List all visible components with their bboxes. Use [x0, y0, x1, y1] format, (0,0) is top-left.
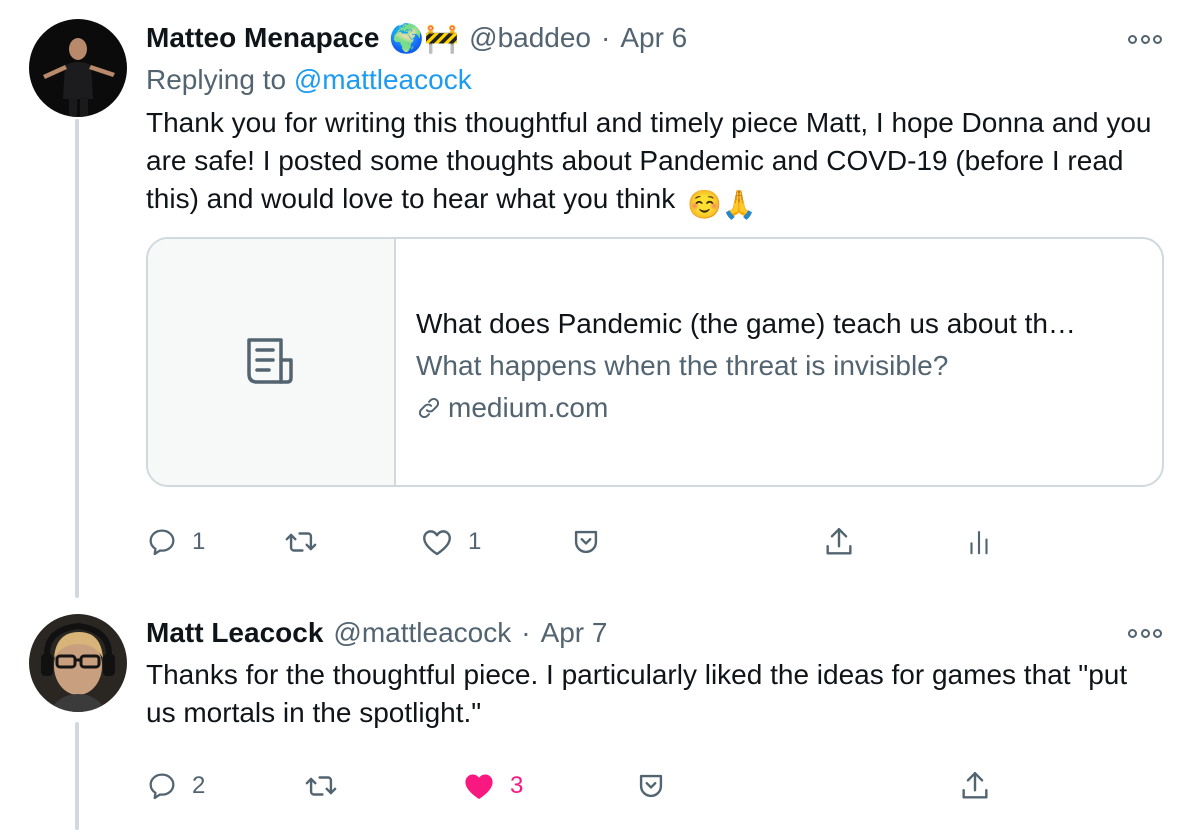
like-button[interactable]: 1	[420, 522, 481, 562]
thread-line	[75, 119, 79, 598]
more-icon[interactable]	[1128, 29, 1162, 49]
author-handle[interactable]: @mattleacock	[333, 617, 511, 649]
avatar[interactable]	[29, 19, 127, 117]
replying-handle[interactable]: @mattleacock	[294, 64, 472, 95]
tweet-text: Thank you for writing this thoughtful an…	[146, 104, 1156, 224]
tweet-date[interactable]: Apr 7	[541, 617, 608, 649]
like-icon	[423, 530, 451, 556]
separator-dot: ·	[521, 617, 531, 648]
reply-icon	[149, 773, 175, 800]
analytics-icon	[970, 530, 988, 555]
share-button[interactable]	[958, 766, 992, 806]
like-icon	[465, 774, 493, 799]
replying-to: Replying to @mattleacock	[146, 64, 472, 96]
retweet-button[interactable]	[304, 766, 352, 806]
retweet-button[interactable]	[284, 522, 332, 562]
retweet-icon	[305, 776, 337, 796]
tweet-header: Matteo Menapace 🌍🚧 @baddeo · Apr 6	[146, 18, 687, 58]
retweet-icon	[285, 532, 317, 552]
more-icon[interactable]	[1128, 623, 1162, 643]
share-button[interactable]	[822, 522, 856, 562]
tweet-text-content: Thanks for the thoughtful piece. I parti…	[146, 659, 1128, 728]
bookmark-icon	[574, 530, 598, 554]
share-icon	[826, 528, 852, 555]
reply-button[interactable]: 1	[146, 522, 205, 562]
like-count: 1	[468, 528, 482, 555]
reply-icon	[149, 529, 175, 556]
bookmark-button[interactable]	[634, 766, 668, 806]
thread-line	[75, 722, 79, 830]
tweet-matteo: Matteo Menapace 🌍🚧 @baddeo · Apr 6 Reply…	[0, 0, 1192, 598]
card-description: What happens when the threat is invisibl…	[416, 350, 949, 381]
card-domain: medium.com	[416, 387, 1076, 429]
like-count: 3	[510, 772, 524, 799]
author-name[interactable]: Matt Leacock	[146, 617, 323, 649]
name-emoji: 🌍🚧	[389, 22, 460, 54]
like-button[interactable]: 3	[462, 766, 523, 806]
tweet-header: Matt Leacock @mattleacock · Apr 7	[146, 613, 608, 653]
card-title: What does Pandemic (the game) teach us a…	[416, 308, 1076, 339]
link-card[interactable]: What does Pandemic (the game) teach us a…	[146, 237, 1164, 487]
card-domain-text: medium.com	[448, 392, 609, 423]
tweet-date[interactable]: Apr 6	[620, 22, 687, 54]
analytics-button[interactable]	[964, 522, 994, 562]
action-bar: 1 1	[146, 522, 1146, 562]
bookmark-button[interactable]	[569, 522, 603, 562]
tweet-text: Thanks for the thoughtful piece. I parti…	[146, 656, 1146, 732]
reply-button[interactable]: 2	[146, 766, 205, 806]
reply-count: 2	[192, 772, 206, 799]
avatar[interactable]	[29, 614, 127, 712]
card-thumbnail	[148, 239, 396, 485]
author-handle[interactable]: @baddeo	[469, 22, 591, 54]
share-icon	[962, 772, 988, 799]
author-name[interactable]: Matteo Menapace	[146, 22, 379, 54]
link-icon	[418, 397, 440, 419]
reply-count: 1	[192, 528, 206, 555]
action-bar: 2 3	[146, 766, 1146, 806]
tweet-text-content: Thank you for writing this thoughtful an…	[146, 107, 1152, 214]
tweet-matt: Matt Leacock @mattleacock · Apr 7 Thanks…	[0, 598, 1192, 830]
separator-dot: ·	[601, 22, 611, 53]
bookmark-icon	[639, 774, 663, 798]
tweet-emoji: ☺️🙏	[686, 189, 757, 220]
replying-label: Replying to	[146, 64, 287, 95]
article-icon	[247, 338, 293, 384]
card-info: What does Pandemic (the game) teach us a…	[396, 239, 1076, 485]
